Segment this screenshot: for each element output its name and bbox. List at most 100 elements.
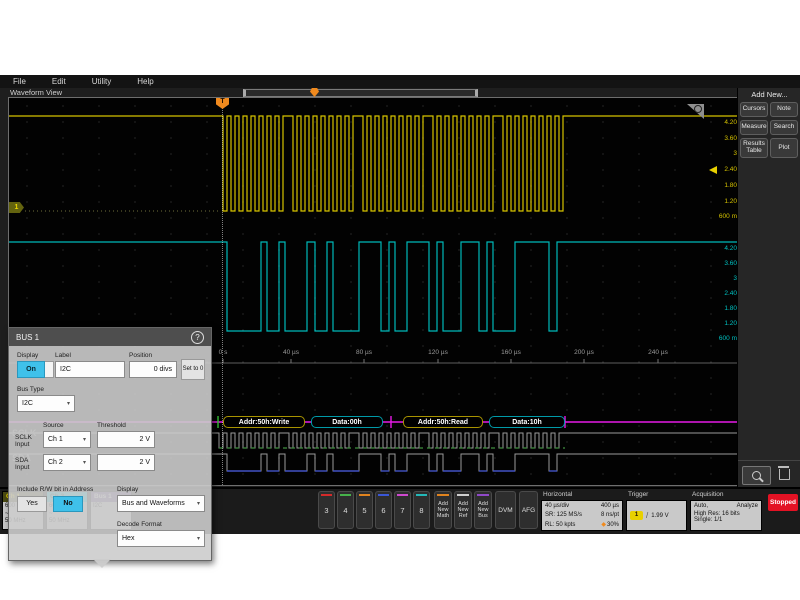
ch2-axis-label: 4.20 [724,246,737,253]
channel-7-button[interactable]: 7 [394,491,411,529]
bus-display-dropdown[interactable]: Bus and Waveforms▾ [117,495,205,512]
trigger-level-arrow[interactable] [709,166,717,174]
decode-format-label: Decode Format [117,521,162,528]
channel-color-bar [321,494,332,496]
menu-item-edit[interactable]: Edit [39,77,79,86]
trigger-time-line [222,108,223,485]
time-axis-label: 0 s [219,349,228,356]
dialog-header[interactable]: BUS 1 ? [9,328,211,346]
button-color-bar [477,494,489,496]
stopped-button[interactable]: Stopped [768,494,798,511]
delete-button[interactable] [776,466,792,483]
afg-button[interactable]: AFG [519,491,538,529]
channel-8-button[interactable]: 8 [413,491,430,529]
menu-item-utility[interactable]: Utility [79,77,125,86]
time-axis-label: 80 µs [356,349,372,356]
display-label: Display [17,352,38,359]
chevron-down-icon: ▾ [67,400,70,407]
menu-bar: FileEditUtilityHelp [0,75,800,88]
trigger-level: 1.99 V [651,513,668,519]
chevron-down-icon: ▾ [197,535,200,542]
time-axis-label: 40 µs [283,349,299,356]
display2-label: Display [117,486,138,493]
sidebar-divider [738,460,800,461]
threshold-label: Threshold [97,422,126,429]
sidebar-button-note[interactable]: Note [770,102,798,117]
decode-box-addr: Addr:50h:Write [223,416,305,428]
draw-zoom-tool-button[interactable] [742,466,771,485]
ch2-axis-label: 1.20 [724,321,737,328]
decode-box-data: Data:00h [311,416,383,428]
trigger-panel[interactable]: Trigger 1 / 1.99 V [626,490,687,532]
rw-yes-button[interactable]: Yes [17,496,47,512]
sda-source-dropdown[interactable]: Ch 2▾ [43,454,91,471]
channel-3-button[interactable]: 3 [318,491,335,529]
bus-type-label: Bus Type [17,386,44,393]
channel-color-bar [359,494,370,496]
ch2-axis-label: 3.60 [724,261,737,268]
sda-input-label: SDA Input [15,457,41,472]
sidebar-button-search[interactable]: Search [770,120,798,135]
bus-label-input[interactable]: I2C [55,361,125,378]
sclk-threshold-input[interactable]: 2 V [97,431,155,448]
horizontal-panel[interactable]: Horizontal 40 µs/div400 µsSR: 125 MS/s8 … [541,490,623,532]
decode-box-addr: Addr:50h:Read [403,416,483,428]
toggle-knob [45,361,54,378]
ch2-axis-label: 600 m [719,336,737,343]
position-input[interactable]: 0 divs [129,361,177,378]
acq-analyze: Analyze [737,502,758,511]
sidebar-button-cursors[interactable]: Cursors [740,102,768,117]
decode-box-data: Data:10h [489,416,565,428]
menu-item-help[interactable]: Help [124,77,166,86]
scope-app-window: FileEditUtilityHelp Waveform View T [0,75,800,532]
position-marker-icon: ◆ [601,522,606,528]
channel-color-bar [378,494,389,496]
magnifier-icon [752,471,761,480]
sda-threshold-input[interactable]: 2 V [97,454,155,471]
decode-format-dropdown[interactable]: Hex▾ [117,530,205,547]
rw-no-button[interactable]: No [53,496,83,512]
button-color-bar [457,494,469,496]
acq-mode: Auto, [694,502,708,511]
dialog-pointer-tail [93,559,111,568]
waveform-view-title: Waveform View [10,88,62,97]
channel-color-bar [416,494,427,496]
sidebar-button-plot[interactable]: Plot [770,138,798,158]
add-new-math-button[interactable]: Add New Math [434,491,452,529]
dvm-button[interactable]: DVM [495,491,516,529]
acquisition-panel[interactable]: Acquisition Auto,Analyze High Res: 16 bi… [690,490,762,532]
sidebar-button-results-table[interactable]: Results Table [740,138,768,158]
menu-item-file[interactable]: File [0,77,39,86]
bus1-config-dialog: BUS 1 ? Display Label Position On I2C 0 … [8,327,212,561]
sclk-source-dropdown[interactable]: Ch 1▾ [43,431,91,448]
right-sidebar: Add New... CursorsNoteMeasureSearchResul… [737,88,800,487]
time-axis-label: 200 µs [574,349,594,356]
add-new-bus-button[interactable]: Add New Bus [474,491,492,529]
sidebar-button-measure[interactable]: Measure [740,120,768,135]
oscilloscope-screen: FileEditUtilityHelp Waveform View T [0,0,800,600]
display-on-toggle[interactable]: On [17,361,54,378]
channel-4-button[interactable]: 4 [337,491,354,529]
help-icon[interactable]: ? [191,331,204,344]
ch2-axis-label: 1.80 [724,306,737,313]
set-to-zero-button[interactable]: Set to 0 [181,359,205,380]
time-axis-label: 240 µs [648,349,668,356]
add-new-header: Add New... [738,90,800,99]
source-label: Source [43,422,64,429]
trash-icon [779,469,790,480]
trigger-position-marker[interactable] [310,88,319,97]
add-new-ref-button[interactable]: Add New Ref [454,491,472,529]
sclk-input-label: SCLK Input [15,434,41,449]
ch2-axis-label: 2.40 [724,291,737,298]
label-label: Label [55,352,71,359]
channel-5-button[interactable]: 5 [356,491,373,529]
ch2-axis-scale: 4.203.6032.401.801.20600 m [707,98,737,358]
chevron-down-icon: ▾ [83,459,86,466]
bus-type-dropdown[interactable]: I2C▾ [17,395,75,412]
channel-6-button[interactable]: 6 [375,491,392,529]
channel-color-bar [397,494,408,496]
horizontal-pan-scrollbar[interactable] [243,89,478,97]
time-axis-label: 160 µs [501,349,521,356]
horizontal-row: 40 µs/div400 µs [545,502,619,511]
channel-color-bar [340,494,351,496]
